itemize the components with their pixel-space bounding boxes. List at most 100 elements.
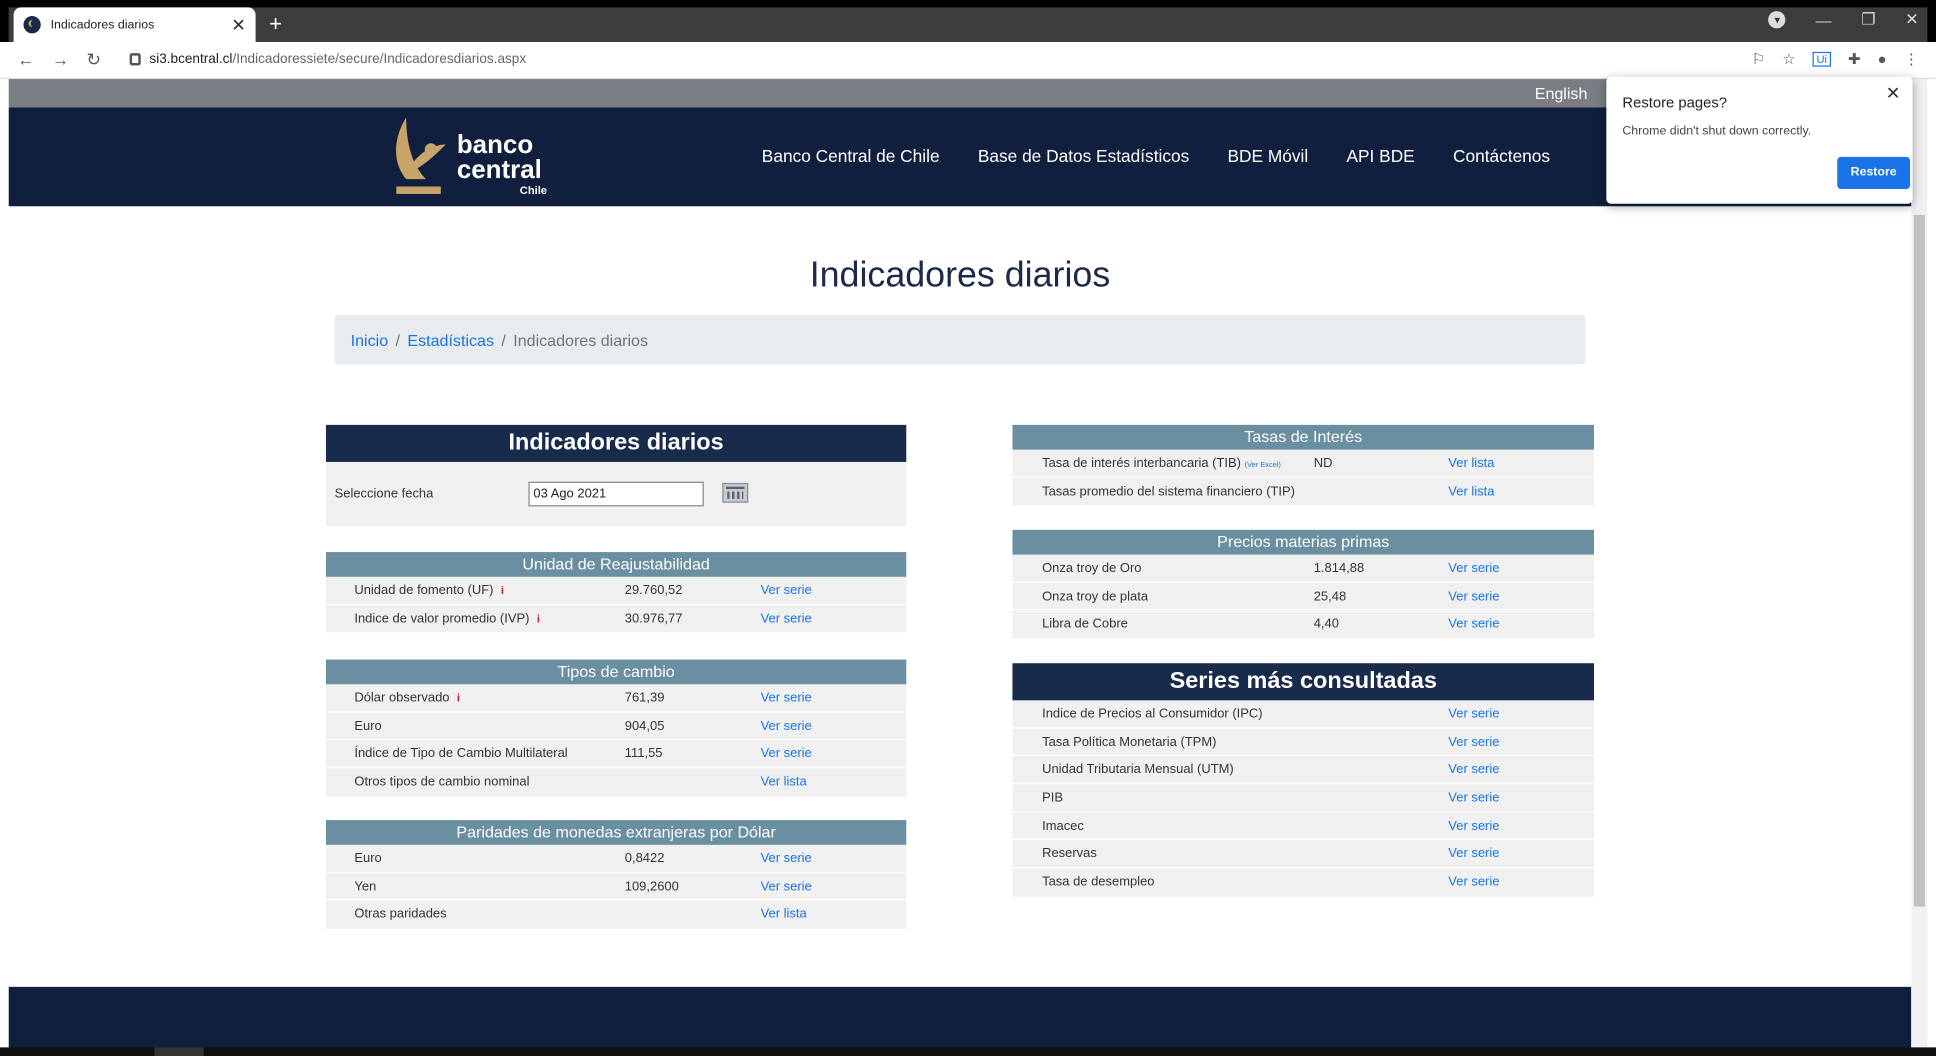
indicadores-box: Indicadores diarios Seleccione fecha (325, 424, 907, 527)
ver-excel-link[interactable]: (Ver Excel) (1245, 462, 1281, 469)
table-row: Yen 109,2600 Ver serie (325, 873, 907, 901)
table-row: Tasas promedio del sistema financiero (T… (1012, 478, 1594, 506)
nav-bde-movil[interactable]: BDE Móvil (1228, 146, 1309, 166)
row-value: 0,8422 (624, 850, 665, 866)
precios-heading: Precios materias primas (1012, 529, 1594, 555)
breadcrumb-estadisticas[interactable]: Estadísticas (407, 331, 494, 350)
ver-serie-link[interactable]: Ver serie (761, 718, 812, 733)
row-value: 761,39 (624, 690, 665, 706)
tasas-panel: Tasas de Interés Tasa de interés interba… (1012, 424, 1594, 506)
scrollbar-thumb[interactable] (1913, 214, 1925, 907)
ver-serie-link[interactable]: Ver serie (1448, 706, 1499, 721)
restore-window-icon[interactable]: ❐ (1861, 10, 1875, 30)
row-name: PIB (1042, 790, 1063, 806)
close-window-icon[interactable]: ✕ (1905, 10, 1918, 30)
info-icon[interactable]: i (537, 612, 540, 624)
extensions-icon[interactable]: ✚ (1848, 51, 1860, 68)
close-icon[interactable]: ✕ (1886, 83, 1900, 104)
web-page: English banco central Chile Banco Centra… (8, 79, 1912, 1056)
table-row: Onza troy de plata 25,48 Ver serie (1012, 583, 1594, 611)
ver-serie-link[interactable]: Ver serie (761, 690, 812, 705)
ver-serie-link[interactable]: Ver serie (761, 746, 812, 761)
ver-lista-link[interactable]: Ver lista (761, 907, 807, 922)
date-input[interactable] (528, 481, 704, 507)
ver-lista-link[interactable]: Ver lista (1448, 484, 1494, 499)
date-label: Seleccione fecha (334, 486, 434, 502)
table-row: Otras paridades Ver lista (326, 901, 906, 929)
star-icon[interactable]: ☆ (1782, 51, 1795, 68)
row-name: Índice de Tipo de Cambio Multilateral (354, 746, 568, 762)
ver-serie-link[interactable]: Ver serie (1448, 589, 1499, 604)
profile-icon[interactable]: ● (1878, 51, 1887, 68)
minimize-icon[interactable]: — (1816, 10, 1832, 29)
ver-serie-link[interactable]: Ver serie (1448, 617, 1499, 632)
table-row: Reservas Ver serie (1012, 840, 1594, 869)
table-row: Indice de valor promedio (IVP) i 30.976,7… (326, 605, 906, 633)
nav-api-bde[interactable]: API BDE (1346, 146, 1414, 166)
logo-line3: Chile (519, 184, 547, 197)
ver-serie-link[interactable]: Ver serie (1448, 763, 1499, 778)
row-name: Tasa de interés interbancaria (TIB) (1042, 455, 1241, 471)
row-name: Tasa Política Monetaria (TPM) (1042, 734, 1217, 750)
browser-tabstrip: Indicadores diarios ✕ + ▾ — ❐ ✕ (0, 0, 1936, 42)
row-name: Dólar observado (354, 690, 450, 706)
table-row: Indice de Precios al Consumidor (IPC) Ve… (1012, 700, 1594, 729)
row-name: Otras paridades (354, 907, 447, 922)
restore-button[interactable]: Restore (1837, 156, 1911, 189)
uf-panel: Unidad de Reajustabilidad Unidad de fome… (325, 552, 907, 633)
breadcrumb-inicio[interactable]: Inicio (351, 331, 388, 350)
ver-serie-link[interactable]: Ver serie (1448, 791, 1499, 806)
logo-line2: central (456, 155, 542, 185)
info-icon[interactable]: i (457, 692, 460, 704)
taskbar-item[interactable] (154, 1047, 204, 1056)
ver-serie-link[interactable]: Ver serie (1448, 847, 1499, 862)
row-name: Euro (354, 718, 382, 734)
info-icon[interactable]: i (501, 584, 504, 596)
lock-icon[interactable] (129, 53, 141, 66)
site-logo[interactable]: banco central Chile (389, 112, 562, 201)
ver-serie-link[interactable]: Ver serie (761, 583, 812, 598)
reload-icon[interactable]: ↻ (86, 49, 100, 70)
close-tab-icon[interactable]: ✕ (231, 14, 245, 35)
calendar-icon[interactable] (722, 482, 749, 503)
indicadores-heading: Indicadores diarios (325, 424, 907, 462)
ver-lista-link[interactable]: Ver lista (761, 774, 807, 789)
english-link[interactable]: English (1535, 84, 1588, 103)
ver-serie-link[interactable]: Ver serie (1448, 819, 1499, 834)
dialog-message: Chrome didn't shut down correctly. (1622, 124, 1812, 139)
forward-icon[interactable]: → (52, 49, 69, 70)
back-icon[interactable]: ← (17, 49, 34, 70)
browser-tab[interactable]: Indicadores diarios ✕ (13, 7, 256, 42)
breadcrumb-sep: / (501, 331, 506, 350)
ver-serie-link[interactable]: Ver serie (761, 851, 812, 866)
new-tab-icon[interactable]: + (269, 11, 282, 37)
nav-banco-central[interactable]: Banco Central de Chile (762, 146, 940, 166)
page-scrollbar[interactable] (1911, 79, 1928, 1056)
browser-tools: ⚐ ☆ Ui ✚ ● ⋮ (1752, 51, 1919, 68)
paridades-panel: Paridades de monedas extranjeras por Dól… (325, 820, 907, 929)
ver-serie-link[interactable]: Ver serie (1448, 875, 1499, 890)
ver-serie-link[interactable]: Ver serie (761, 611, 812, 626)
table-row: Euro 904,05 Ver serie (325, 712, 907, 741)
tab-search-icon[interactable]: ▾ (1768, 11, 1786, 29)
row-name: Unidad de fomento (UF) (354, 582, 494, 598)
tab-title: Indicadores diarios (50, 17, 155, 32)
row-name: Libra de Cobre (1042, 616, 1128, 632)
ver-serie-link[interactable]: Ver serie (1448, 734, 1499, 749)
row-name: Imacec (1042, 818, 1084, 834)
ver-serie-link[interactable]: Ver serie (1448, 561, 1499, 576)
row-value: 904,05 (624, 718, 665, 734)
nav-contactenos[interactable]: Contáctenos (1453, 146, 1550, 166)
site-footer (8, 986, 1912, 1056)
menu-icon[interactable]: ⋮ (1904, 51, 1919, 68)
url-field[interactable]: si3.bcentral.cl/Indicadoressiete/secure/… (149, 52, 526, 67)
screen: Indicadores diarios ✕ + ▾ — ❐ ✕ ← → ↻ si… (0, 0, 1936, 1056)
ui-extension-icon[interactable]: Ui (1812, 51, 1831, 67)
ver-lista-link[interactable]: Ver lista (1448, 456, 1494, 471)
table-row: PIB Ver serie (1012, 784, 1594, 813)
ver-serie-link[interactable]: Ver serie (761, 879, 812, 894)
translate-icon[interactable]: ⚐ (1752, 51, 1765, 68)
nav-base-datos[interactable]: Base de Datos Estadísticos (978, 146, 1189, 166)
main-nav: Banco Central de Chile Base de Datos Est… (762, 146, 1550, 166)
tipos-cambio-heading: Tipos de cambio (325, 659, 907, 685)
